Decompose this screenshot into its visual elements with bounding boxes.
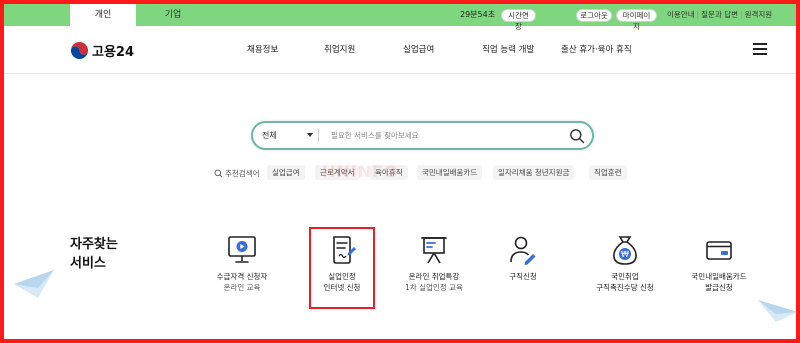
page-frame: 개인 기업 29분54초 시간연장 로그아웃 마이페이지 이용안내 | 질문과 답변… [0,0,800,343]
keyword-chip[interactable]: 직업훈련 [589,165,627,180]
service-online-job-lecture[interactable]: 온라인 취업특강 1차 실업인정 교육 [389,233,479,293]
watermark: HNINFO [322,162,399,181]
search-input[interactable] [331,127,551,144]
service-label: 수급자격 신청자 [216,272,268,281]
divider [318,129,319,142]
svg-text:₩: ₩ [621,250,629,259]
frequent-services-title: 자주찾는 서비스 [70,235,118,273]
search-bar: 전체 [251,121,594,150]
divider: | [696,10,700,19]
presentation-board-icon [421,237,447,264]
search-icon[interactable] [569,128,585,144]
recommended-keywords-label: 추천검색어 [214,168,260,179]
service-label: 국민내일배움카드 [691,272,747,281]
link-remote-support[interactable]: 원격지원 [745,10,773,19]
link-guide[interactable]: 이용안내 [667,10,695,19]
taegeuk-logo-icon [70,40,89,60]
service-job-application[interactable]: 구직신청 [478,233,568,282]
service-sublabel: 구직촉진수당 신청 [596,283,654,292]
extend-session-button[interactable]: 시간연장 [501,9,536,31]
recommended-label-text: 추천검색어 [225,169,260,178]
money-bag-icon: ₩ [613,236,637,265]
nav-vocational-training[interactable]: 직업 능력 개발 [482,43,534,55]
keyword-chip[interactable]: 일자리채움 청년지원금 [493,165,575,180]
session-timer: 29분54초 [460,10,496,19]
title-line: 자주찾는 [70,237,118,252]
service-sublabel: 1차 실업인정 교육 [405,283,463,292]
keyword-chip[interactable]: 국민내일배움카드 [417,165,483,180]
nav-jobs[interactable]: 채용정보 [247,43,278,55]
title-line: 서비스 [70,256,106,271]
keyword-chip[interactable]: 실업급여 [267,165,305,180]
nav-unemployment-benefit[interactable]: 실업급여 [403,43,434,55]
card-icon [706,241,732,260]
monitor-play-icon [228,236,256,263]
search-icon [214,169,223,178]
service-sublabel: 온라인 교육 [223,283,261,292]
paper-plane-icon [14,270,54,298]
paper-plane-icon [758,300,796,322]
service-label: 온라인 취업특강 [408,272,460,281]
service-learning-card[interactable]: 국민내일배움카드 발급신청 [674,233,764,293]
utility-links: 이용안내 | 질문과 답변 | 원격지원 [667,4,772,26]
logout-button[interactable]: 로그아웃 [576,9,612,22]
service-national-employment[interactable]: ₩ 국민취업 구직촉진수당 신청 [580,233,670,293]
top-utility-bar: 개인 기업 29분54초 시간연장 로그아웃 마이페이지 이용안내 | 질문과 답변… [4,4,796,31]
divider: | [740,10,743,19]
logo-text: 고용24 [92,44,135,60]
tab-personal[interactable]: 개인 [70,4,136,26]
caret-down-icon[interactable] [307,133,313,137]
service-sublabel: 발급신청 [705,283,733,292]
highlight-box [309,227,375,309]
logo[interactable]: 고용24 [70,40,134,60]
nav-parental-leave[interactable]: 출산 휴가·육아 휴직 [561,43,632,55]
mypage-button[interactable]: 마이페이지 [616,9,657,31]
menu-icon[interactable] [753,43,767,55]
person-pen-icon [510,236,536,265]
link-qna[interactable]: 질문과 답변 [701,10,738,19]
tab-business[interactable]: 기업 [140,4,206,26]
service-label: 구직신청 [509,272,537,281]
service-label: 국민취업 [611,272,639,281]
nav-employment-support[interactable]: 취업지원 [324,43,355,55]
service-online-education[interactable]: 수급자격 신청자 온라인 교육 [197,233,287,293]
main-header: 고용24 채용정보 취업지원 실업급여 직업 능력 개발 출산 휴가·육아 휴직 [4,26,796,74]
